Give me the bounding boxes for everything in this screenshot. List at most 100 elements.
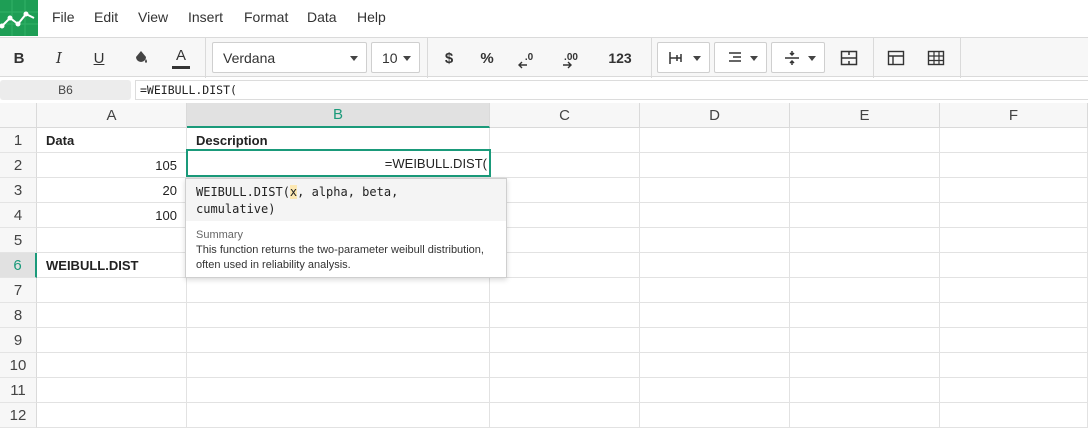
cell-b12[interactable] (187, 403, 490, 428)
italic-button[interactable]: I (46, 43, 72, 73)
cell-f5[interactable] (940, 228, 1088, 253)
row-header-3[interactable]: 3 (0, 178, 37, 203)
active-cell-editor[interactable]: =WEIBULL.DIST( (186, 149, 491, 177)
cell-f7[interactable] (940, 278, 1088, 303)
cell-d8[interactable] (640, 303, 790, 328)
cell-e6[interactable] (790, 253, 940, 278)
formula-input[interactable]: =WEIBULL.DIST( (135, 80, 1088, 100)
cell-a5[interactable] (37, 228, 187, 253)
cell-e2[interactable] (790, 153, 940, 178)
cell-e4[interactable] (790, 203, 940, 228)
cell-c11[interactable] (490, 378, 640, 403)
cell-e12[interactable] (790, 403, 940, 428)
cell-b9[interactable] (187, 328, 490, 353)
cell-f10[interactable] (940, 353, 1088, 378)
column-header-d[interactable]: D (640, 103, 790, 128)
row-header-8[interactable]: 8 (0, 303, 37, 328)
cell-e8[interactable] (790, 303, 940, 328)
currency-button[interactable]: $ (437, 43, 461, 73)
cell-a2[interactable]: 105 (37, 153, 187, 178)
cell-c8[interactable] (490, 303, 640, 328)
row-header-11[interactable]: 11 (0, 378, 37, 403)
cell-reference-box[interactable]: B6 (0, 80, 131, 100)
cell-d12[interactable] (640, 403, 790, 428)
cell-c2[interactable] (490, 153, 640, 178)
font-family-select[interactable]: Verdana (212, 42, 367, 73)
align-select[interactable] (714, 42, 767, 73)
cell-f9[interactable] (940, 328, 1088, 353)
cell-d7[interactable] (640, 278, 790, 303)
cell-c7[interactable] (490, 278, 640, 303)
decrease-decimals-button[interactable]: .0 (515, 43, 543, 73)
cell-f12[interactable] (940, 403, 1088, 428)
cell-c5[interactable] (490, 228, 640, 253)
cell-e5[interactable] (790, 228, 940, 253)
cell-b11[interactable] (187, 378, 490, 403)
column-header-a[interactable]: A (37, 103, 187, 128)
cell-f4[interactable] (940, 203, 1088, 228)
cell-c3[interactable] (490, 178, 640, 203)
menu-help[interactable]: Help (357, 9, 386, 25)
cell-e9[interactable] (790, 328, 940, 353)
cell-a4[interactable]: 100 (37, 203, 187, 228)
menu-view[interactable]: View (138, 9, 168, 25)
cell-c10[interactable] (490, 353, 640, 378)
cell-d3[interactable] (640, 178, 790, 203)
cell-a7[interactable] (37, 278, 187, 303)
merge-cells-icon[interactable] (836, 43, 862, 73)
cell-b10[interactable] (187, 353, 490, 378)
cell-b8[interactable] (187, 303, 490, 328)
row-header-2[interactable]: 2 (0, 153, 37, 178)
borders-select[interactable] (657, 42, 710, 73)
cell-f2[interactable] (940, 153, 1088, 178)
row-header-10[interactable]: 10 (0, 353, 37, 378)
cell-b7[interactable] (187, 278, 490, 303)
cell-d2[interactable] (640, 153, 790, 178)
cell-a1[interactable]: Data (37, 128, 187, 153)
percent-button[interactable]: % (475, 43, 499, 73)
fill-color-icon[interactable] (128, 43, 154, 73)
cell-f1[interactable] (940, 128, 1088, 153)
cell-c1[interactable] (490, 128, 640, 153)
vertical-align-select[interactable] (771, 42, 825, 73)
bold-button[interactable]: B (6, 43, 32, 73)
insert-table-icon[interactable] (923, 43, 949, 73)
cell-a10[interactable] (37, 353, 187, 378)
cell-f3[interactable] (940, 178, 1088, 203)
cell-c4[interactable] (490, 203, 640, 228)
cell-e10[interactable] (790, 353, 940, 378)
cell-a8[interactable] (37, 303, 187, 328)
cell-d4[interactable] (640, 203, 790, 228)
cell-a3[interactable]: 20 (37, 178, 187, 203)
row-header-5[interactable]: 5 (0, 228, 37, 253)
column-header-f[interactable]: F (940, 103, 1088, 128)
select-all-corner[interactable] (0, 103, 37, 128)
cell-d5[interactable] (640, 228, 790, 253)
row-header-6[interactable]: 6 (0, 253, 37, 278)
cell-d1[interactable] (640, 128, 790, 153)
cell-a9[interactable] (37, 328, 187, 353)
cell-d11[interactable] (640, 378, 790, 403)
cell-f6[interactable] (940, 253, 1088, 278)
row-header-7[interactable]: 7 (0, 278, 37, 303)
cell-f8[interactable] (940, 303, 1088, 328)
underline-button[interactable]: U (86, 43, 112, 73)
cell-e3[interactable] (790, 178, 940, 203)
cell-e11[interactable] (790, 378, 940, 403)
column-header-b[interactable]: B (187, 103, 490, 128)
freeze-rows-icon[interactable] (883, 43, 909, 73)
app-logo-icon[interactable] (0, 0, 38, 36)
cell-c9[interactable] (490, 328, 640, 353)
cell-a6[interactable]: WEIBULL.DIST (37, 253, 187, 278)
menu-data[interactable]: Data (307, 9, 337, 25)
cell-a11[interactable] (37, 378, 187, 403)
menu-format[interactable]: Format (244, 9, 288, 25)
number-format-button[interactable]: 123 (600, 43, 640, 73)
row-header-9[interactable]: 9 (0, 328, 37, 353)
menu-file[interactable]: File (52, 9, 75, 25)
row-header-1[interactable]: 1 (0, 128, 37, 153)
column-header-e[interactable]: E (790, 103, 940, 128)
cell-d6[interactable] (640, 253, 790, 278)
font-size-select[interactable]: 10 (371, 42, 420, 73)
menu-insert[interactable]: Insert (188, 9, 223, 25)
